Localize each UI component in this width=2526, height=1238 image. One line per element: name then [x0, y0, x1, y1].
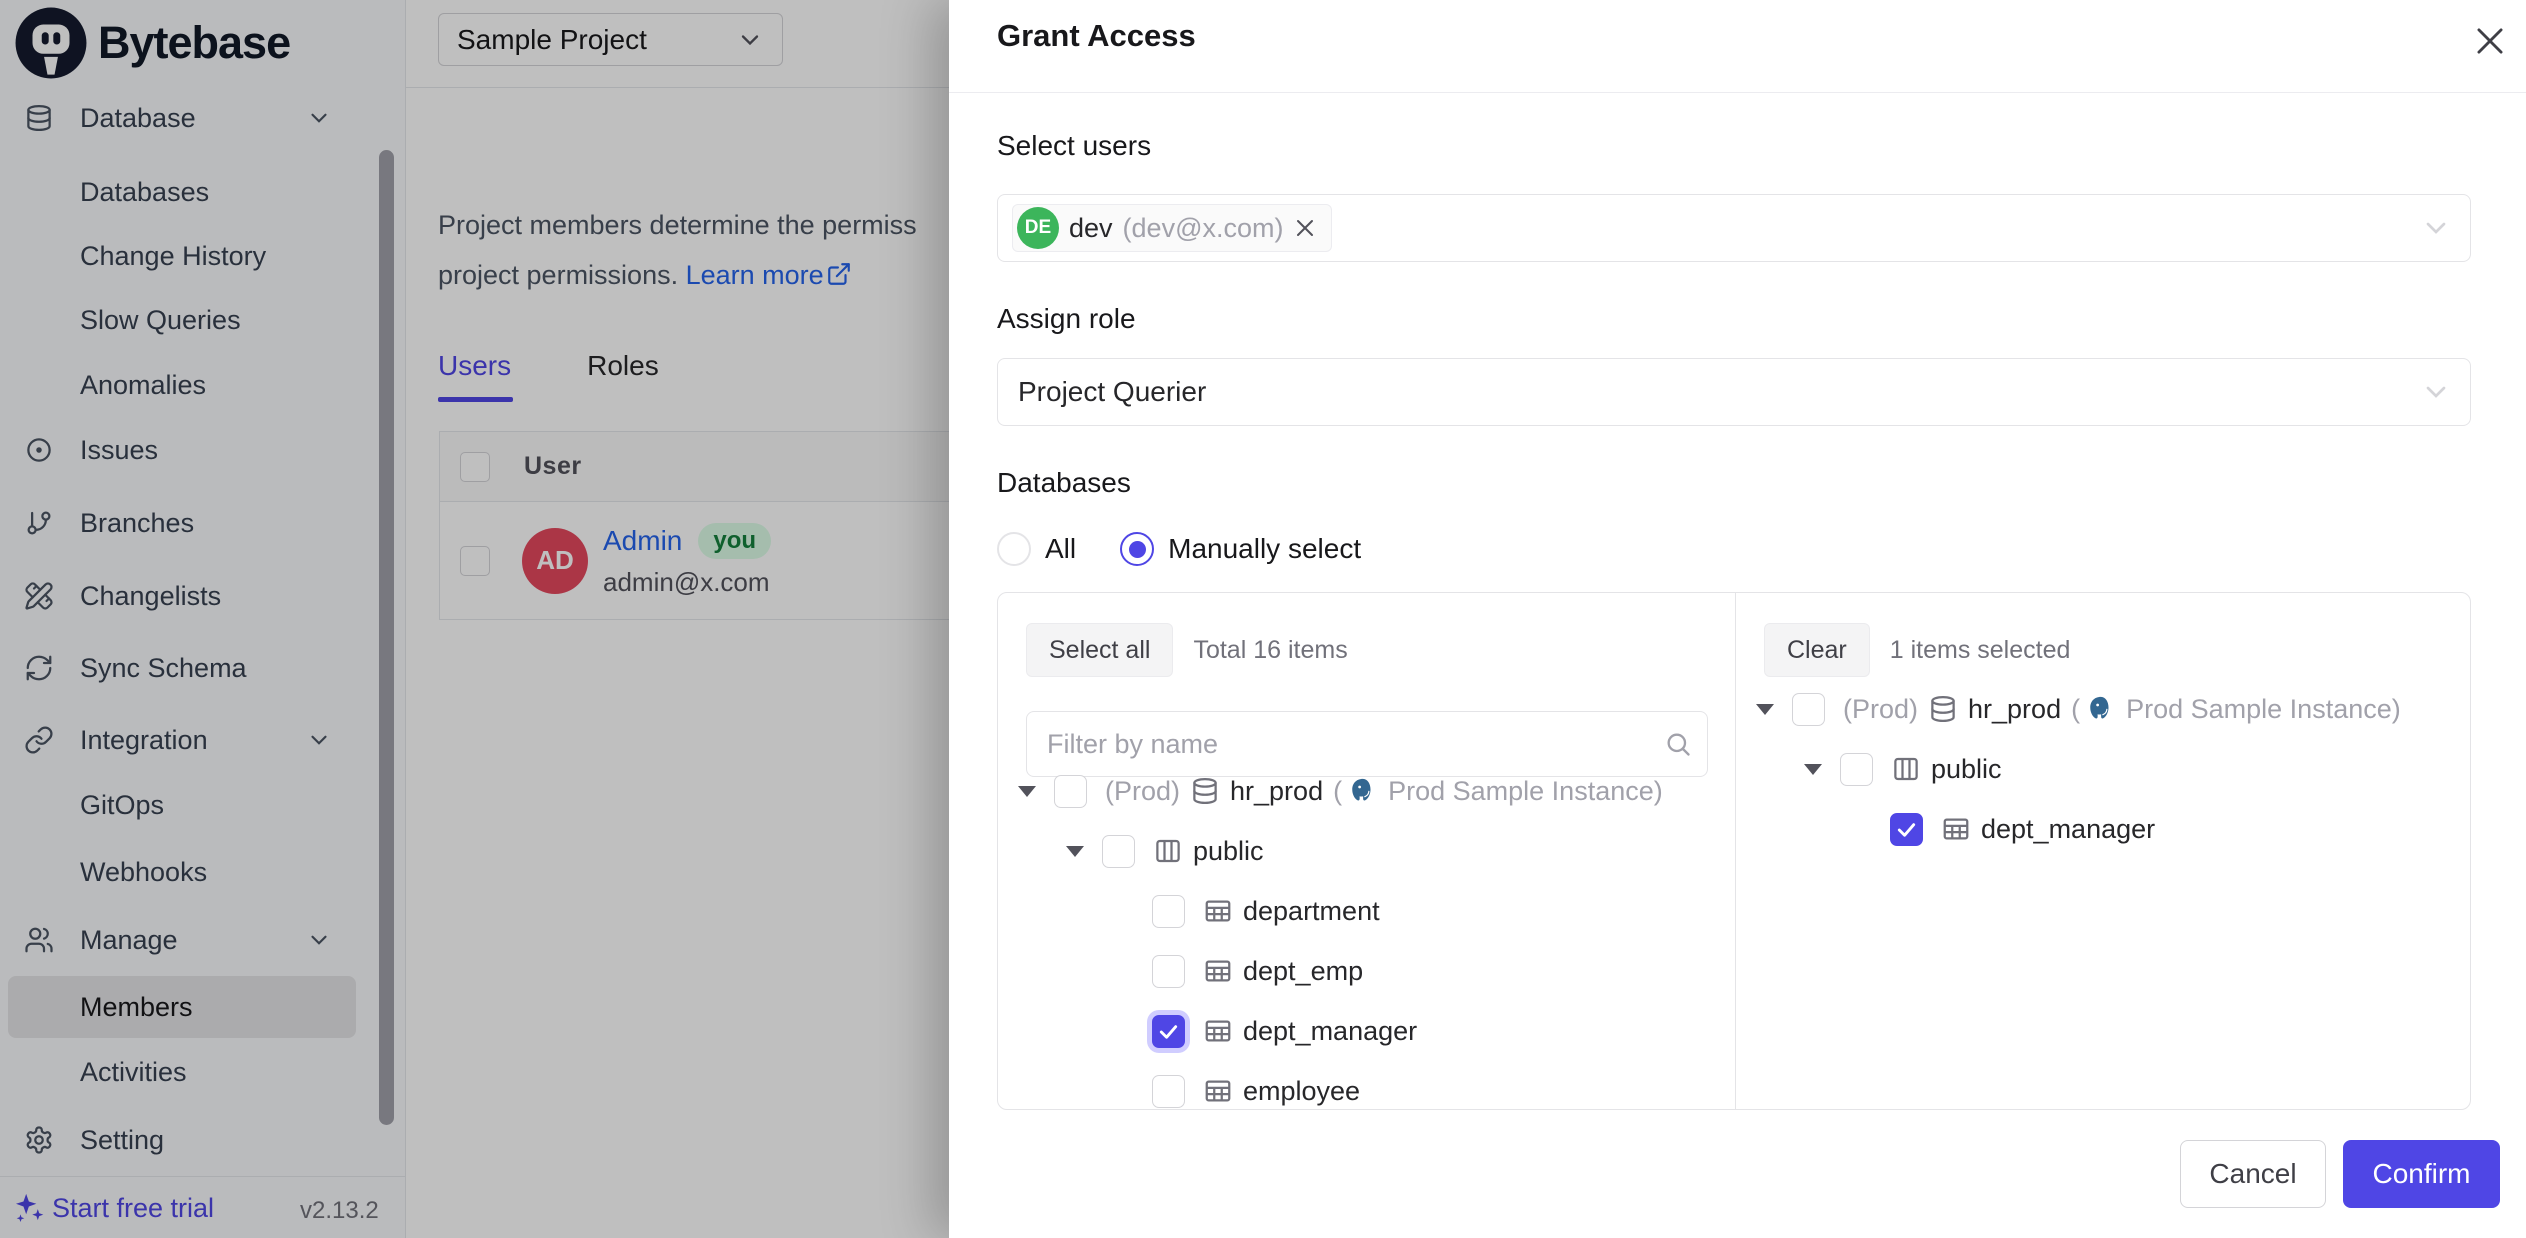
role-select-value: Project Querier	[1018, 376, 1206, 408]
postgresql-icon	[2086, 694, 2116, 724]
checkbox[interactable]	[1054, 775, 1087, 808]
chevron-down-icon	[2420, 376, 2452, 408]
tree-row-table[interactable]: dept_emp	[998, 941, 1735, 1001]
table-icon	[1203, 896, 1233, 926]
checkbox-checked[interactable]	[1890, 813, 1923, 846]
table-icon	[1941, 814, 1971, 844]
caret-icon[interactable]	[1018, 786, 1036, 797]
selected-count-label: 1 items selected	[1890, 636, 2071, 665]
assign-role-label: Assign role	[997, 303, 1136, 335]
database-icon	[1928, 694, 1958, 724]
tree-row-schema[interactable]: public	[998, 821, 1735, 881]
schema-icon	[1153, 836, 1183, 866]
app-root: Bytebase Database Databases Change Histo…	[0, 0, 2526, 1238]
table-icon	[1203, 1016, 1233, 1046]
search-icon	[1664, 730, 1692, 758]
grant-access-modal: Grant Access Select users DE dev (dev@x.…	[949, 0, 2526, 1238]
header-divider	[949, 92, 2526, 93]
modal-title: Grant Access	[997, 18, 1196, 54]
close-icon[interactable]	[2471, 22, 2509, 60]
checkbox[interactable]	[1840, 753, 1873, 786]
total-items-label: Total 16 items	[1193, 636, 1347, 665]
tree-row-table[interactable]: department	[998, 881, 1735, 941]
chevron-down-icon	[2420, 212, 2452, 244]
selected-tree: (Prod) hr_prod ( Prod Sample Instance) p…	[1736, 679, 2471, 859]
cancel-button[interactable]: Cancel	[2180, 1140, 2326, 1208]
radio-manual-label[interactable]: Manually select	[1168, 533, 1361, 565]
database-icon	[1190, 776, 1220, 806]
caret-icon[interactable]	[1066, 846, 1084, 857]
radio-manually-select[interactable]	[1120, 532, 1154, 566]
tree-row-table[interactable]: employee	[998, 1061, 1735, 1110]
checkbox-checked[interactable]	[1152, 1015, 1185, 1048]
checkbox[interactable]	[1152, 955, 1185, 988]
table-icon	[1203, 1076, 1233, 1106]
source-pane: Select all Total 16 items (Prod) hr_prod…	[998, 593, 1735, 1109]
avatar: DE	[1017, 207, 1059, 249]
postgresql-icon	[1348, 776, 1378, 806]
checkbox[interactable]	[1102, 835, 1135, 868]
caret-icon[interactable]	[1804, 764, 1822, 775]
select-all-button[interactable]: Select all	[1026, 623, 1173, 677]
users-multiselect[interactable]: DE dev (dev@x.com)	[997, 194, 2471, 262]
tree-row-schema[interactable]: public	[1736, 739, 2471, 799]
checkbox[interactable]	[1152, 895, 1185, 928]
tree-row-database[interactable]: (Prod) hr_prod ( Prod Sample Instance)	[1736, 679, 2471, 739]
source-tree: (Prod) hr_prod ( Prod Sample Instance) p…	[998, 761, 1735, 1110]
selected-user-email: (dev@x.com)	[1123, 213, 1284, 244]
checkbox[interactable]	[1152, 1075, 1185, 1108]
remove-user-icon[interactable]	[1293, 216, 1317, 240]
modal-footer: Cancel Confirm	[949, 1110, 2526, 1238]
clear-button[interactable]: Clear	[1764, 623, 1870, 677]
caret-icon[interactable]	[1756, 704, 1774, 715]
database-transfer-panel: Select all Total 16 items (Prod) hr_prod…	[997, 592, 2471, 1110]
database-scope-radios: All Manually select	[997, 532, 1361, 566]
radio-all[interactable]	[997, 532, 1031, 566]
checkbox[interactable]	[1792, 693, 1825, 726]
radio-all-label[interactable]: All	[1045, 533, 1076, 565]
selected-user-tag: DE dev (dev@x.com)	[1012, 204, 1332, 252]
tree-row-table[interactable]: dept_manager	[1736, 799, 2471, 859]
role-select[interactable]: Project Querier	[997, 358, 2471, 426]
confirm-button[interactable]: Confirm	[2343, 1140, 2500, 1208]
databases-label: Databases	[997, 467, 1131, 499]
tree-row-database[interactable]: (Prod) hr_prod ( Prod Sample Instance)	[998, 761, 1735, 821]
table-icon	[1203, 956, 1233, 986]
selected-pane: Clear 1 items selected (Prod) hr_prod ( …	[1735, 593, 2471, 1109]
schema-icon	[1891, 754, 1921, 784]
selected-user-name: dev	[1069, 213, 1113, 244]
tree-row-table[interactable]: dept_manager	[998, 1001, 1735, 1061]
select-users-label: Select users	[997, 130, 1151, 162]
